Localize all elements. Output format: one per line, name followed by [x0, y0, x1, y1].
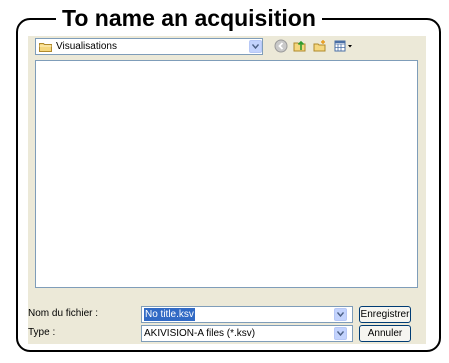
- cancel-button[interactable]: Annuler: [359, 325, 411, 342]
- page-title: To name an acquisition: [56, 5, 322, 31]
- file-name-input[interactable]: No title.ksv: [141, 306, 353, 323]
- location-toolbar: Visualisations: [28, 36, 426, 58]
- location-dropdown-button[interactable]: [249, 40, 262, 53]
- file-list[interactable]: [35, 60, 418, 288]
- chevron-down-icon: [337, 312, 344, 317]
- file-type-value: AKIVISION-A files (*.ksv): [144, 328, 256, 339]
- file-name-label: Nom du fichier :: [28, 308, 99, 319]
- folder-icon: [39, 43, 52, 52]
- file-name-value: No title.ksv: [144, 308, 195, 321]
- file-type-label: Type :: [28, 327, 56, 338]
- chevron-down-icon: [337, 331, 344, 336]
- up-folder-icon[interactable]: [293, 39, 307, 53]
- back-icon[interactable]: [274, 39, 288, 53]
- file-type-select[interactable]: AKIVISION-A files (*.ksv): [141, 325, 353, 342]
- location-combo[interactable]: Visualisations: [35, 38, 263, 55]
- view-menu-icon[interactable]: [334, 39, 354, 53]
- save-button[interactable]: Enregistrer: [359, 306, 411, 323]
- new-folder-icon[interactable]: [313, 39, 327, 53]
- chevron-down-icon: [252, 44, 259, 49]
- location-folder-text: Visualisations: [56, 41, 117, 52]
- file-name-dropdown-button[interactable]: [334, 308, 347, 321]
- file-type-dropdown-button[interactable]: [334, 327, 347, 340]
- save-dialog: Visualisations Nom du fichier : No title…: [28, 36, 426, 344]
